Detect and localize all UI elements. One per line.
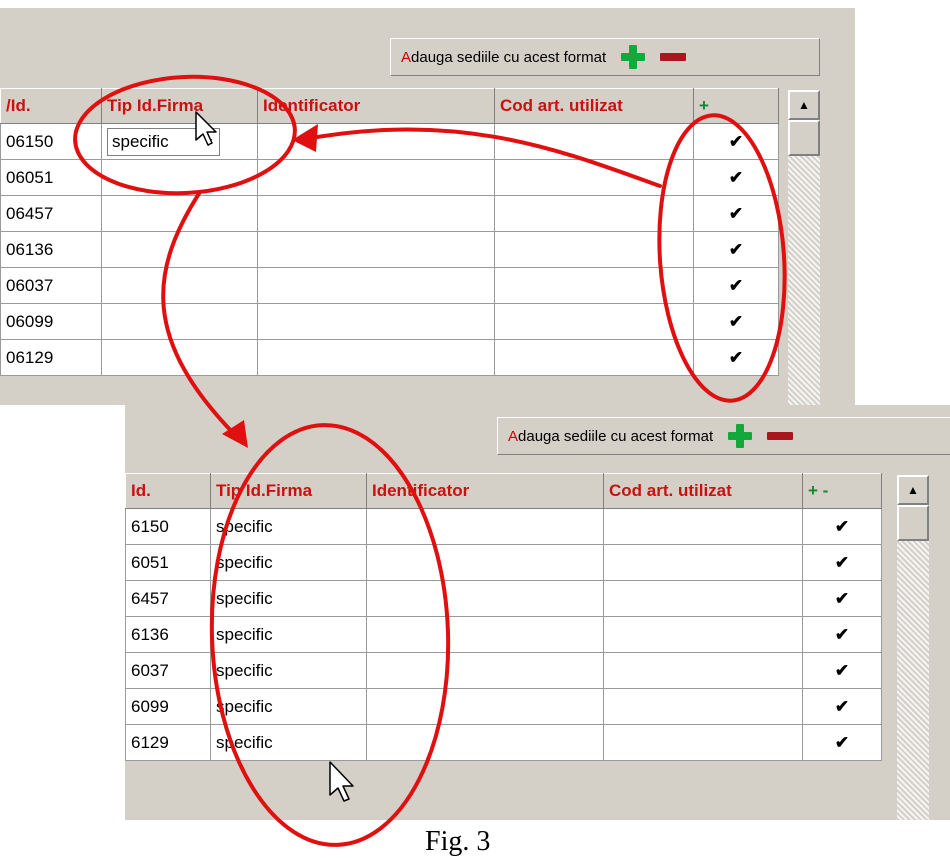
annotation-overlay [73, 74, 787, 847]
mouse-pointer-icon [195, 111, 217, 146]
figure-caption: Fig. 3 [425, 826, 491, 857]
highlight-ellipse-checks [657, 113, 787, 403]
arrow-curve-to-dropdown [298, 127, 662, 188]
mouse-pointer-icon [329, 761, 354, 802]
arrow-curve-to-bottom [161, 190, 242, 442]
highlight-ellipse-dropdown [73, 74, 297, 196]
